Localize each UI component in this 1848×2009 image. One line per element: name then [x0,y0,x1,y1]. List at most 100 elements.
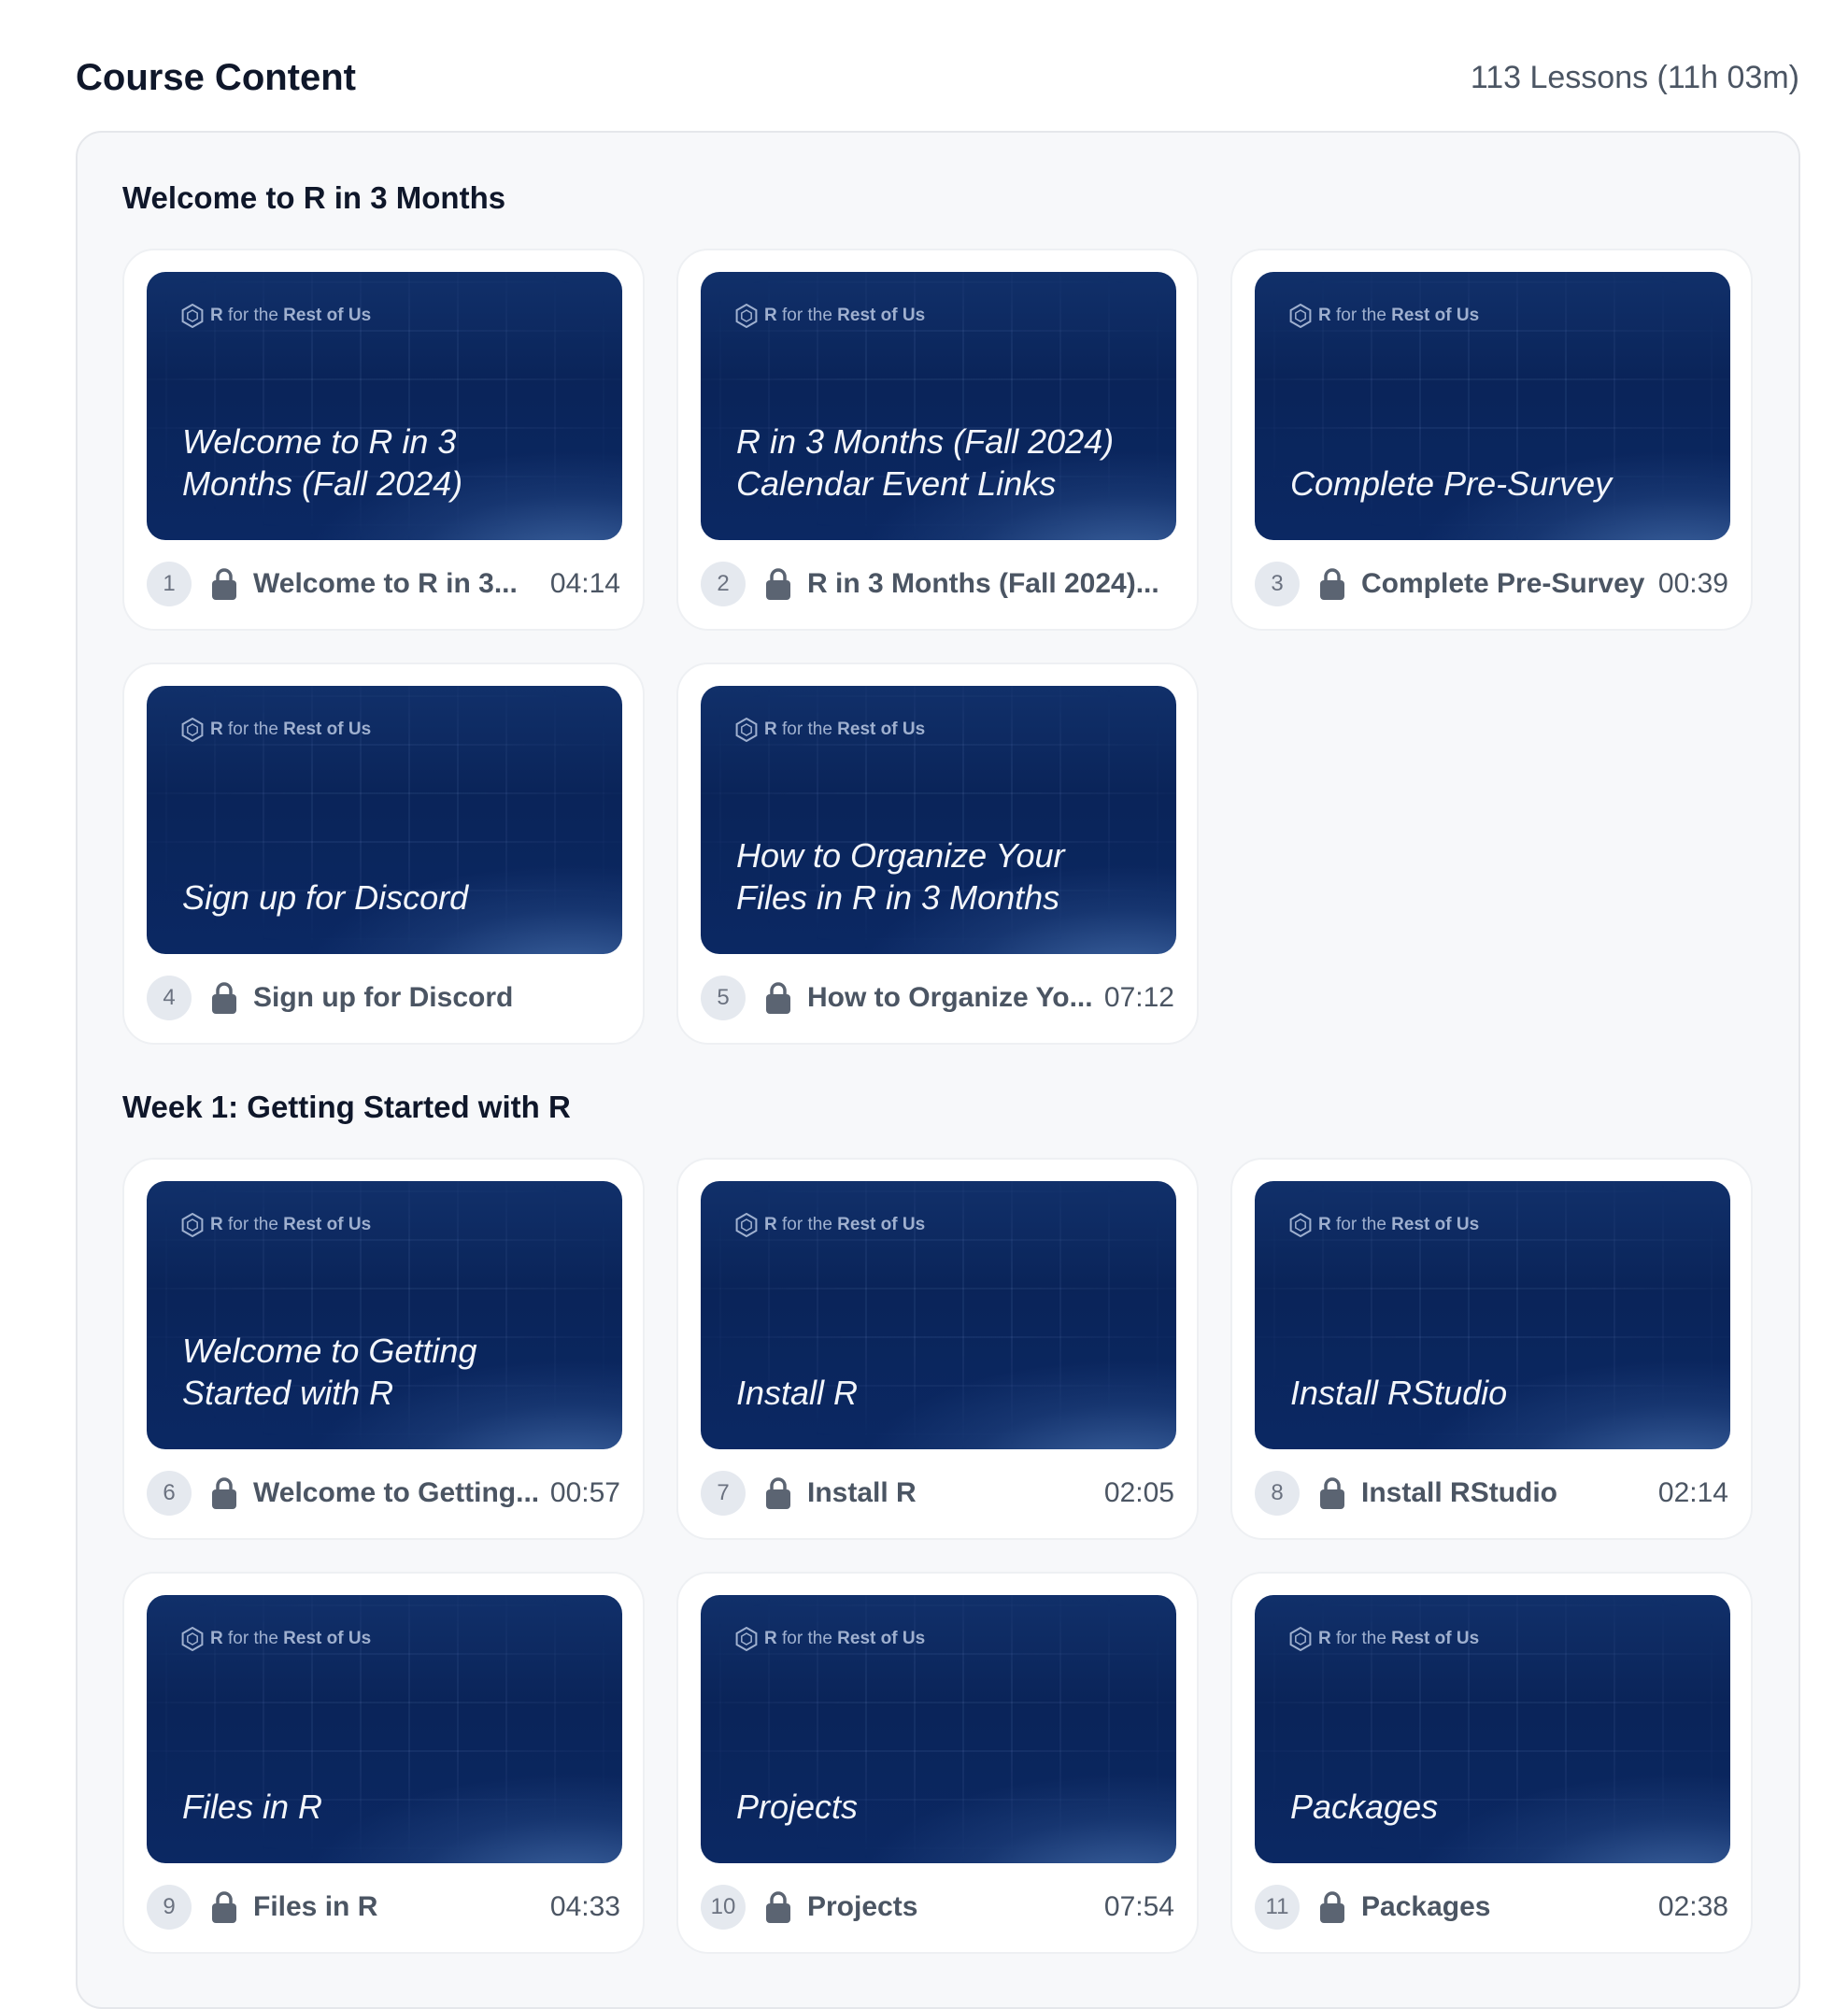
lesson-title[interactable]: Install RStudio [1361,1477,1647,1509]
brand-end: Rest of Us [283,1215,372,1234]
brand-r: R [210,1629,223,1648]
lesson-card[interactable]: R for the Rest of Us How to Organize Your… [676,663,1199,1045]
brand-end: Rest of Us [837,720,926,739]
lesson-card[interactable]: R for the Rest of Us Complete Pre-Survey 3… [1230,249,1753,631]
lesson-thumbnail[interactable]: R for the Rest of Us Sign up for Discord [147,686,622,954]
hexagon-logo-icon [735,1213,758,1237]
brand-r: R [1318,306,1331,325]
lesson-title[interactable]: Welcome to R in 3... [253,568,539,600]
brand-logo: R for the Rest of Us [734,718,925,742]
lesson-thumbnail[interactable]: R for the Rest of Us Welcome to R in 3 Mo… [147,272,622,540]
lesson-meta: 4 Sign up for Discord [147,975,620,1021]
course-content-panel: Welcome to R in 3 Months Week 1: Getting… [76,131,1800,2009]
hexagon-logo-icon [1289,1627,1312,1651]
thumbnail-title: Complete Pre-Survey [1290,464,1613,503]
brand-end: Rest of Us [1391,306,1480,325]
lock-icon [1320,568,1344,600]
brand-logo: R for the Rest of Us [180,1627,371,1651]
lesson-title[interactable]: Files in R [253,1891,539,1923]
lesson-thumbnail[interactable]: R for the Rest of Us Files in R [147,1595,622,1863]
lesson-card[interactable]: R for the Rest of Us Welcome to R in 3 Mo… [122,249,645,631]
lesson-card[interactable]: R for the Rest of Us Projects 10 Projects 07… [676,1572,1199,1954]
lesson-thumbnail[interactable]: R for the Rest of Us Complete Pre-Survey [1255,272,1730,540]
hexagon-logo-icon [181,1627,204,1651]
lesson-thumbnail[interactable]: R for the Rest of Us Packages [1255,1595,1730,1863]
brand-logo: R for the Rest of Us [1288,304,1479,328]
brand-logo: R for the Rest of Us [180,304,371,328]
lesson-number-badge: 5 [701,976,746,1020]
lesson-thumbnail[interactable]: R for the Rest of Us R in 3 Months (Fall … [701,272,1176,540]
brand-r: R [210,306,223,325]
lock-icon [212,568,236,600]
thumbnail-title: Sign up for Discord [182,878,469,917]
lesson-duration: 07:54 [1103,1891,1174,1922]
lock-icon [1320,1891,1344,1923]
brand-end: Rest of Us [283,1629,372,1648]
lesson-meta: 3 Complete Pre-Survey 00:39 [1255,561,1728,607]
brand-mid: for the [228,1215,278,1234]
lesson-duration: 02:38 [1657,1891,1728,1922]
lesson-duration: 02:14 [1657,1477,1728,1508]
thumbnail-title: Projects [736,1788,859,1826]
lock-icon [212,1891,236,1923]
lesson-card[interactable]: R for the Rest of Us Files in R 9 Files in … [122,1572,645,1954]
lesson-number-badge: 2 [701,562,746,606]
brand-mid: for the [1336,1215,1386,1234]
lesson-card[interactable]: R for the Rest of Us Packages 11 Packages 02… [1230,1572,1753,1954]
lesson-card[interactable]: R for the Rest of Us Install RStudio 8 Inst… [1230,1158,1753,1540]
brand-logo: R for the Rest of Us [734,1213,925,1237]
lesson-card[interactable]: R for the Rest of Us Install R 7 Install R 0… [676,1158,1199,1540]
lesson-title[interactable]: Sign up for Discord [253,982,609,1014]
lock-icon [766,1477,790,1509]
lesson-meta: 5 How to Organize Yo... 07:12 [701,975,1174,1021]
course-content-header: Course Content 113 Lessons (11h 03m) [76,54,1799,101]
lesson-meta: 10 Projects 07:54 [701,1884,1174,1931]
brand-r: R [764,720,777,739]
thumbnail-title: Welcome to Getting Started with R [182,1332,477,1412]
lesson-title[interactable]: R in 3 Months (Fall 2024)... [807,568,1163,600]
lesson-thumbnail[interactable]: R for the Rest of Us Install RStudio [1255,1181,1730,1449]
lesson-title[interactable]: Install R [807,1477,1093,1509]
lesson-number-badge: 4 [147,976,192,1020]
brand-end: Rest of Us [837,1215,926,1234]
brand-end: Rest of Us [283,306,372,325]
lesson-thumbnail[interactable]: R for the Rest of Us Welcome to Getting S… [147,1181,622,1449]
brand-end: Rest of Us [837,1629,926,1648]
lesson-meta: 2 R in 3 Months (Fall 2024)... [701,561,1174,607]
lesson-title[interactable]: Packages [1361,1891,1647,1923]
hexagon-logo-icon [735,304,758,328]
lesson-title[interactable]: Projects [807,1891,1093,1923]
lesson-duration: 00:39 [1657,568,1728,599]
lock-icon [766,1891,790,1923]
lesson-number-badge: 1 [147,562,192,606]
brand-mid: for the [228,1629,278,1648]
hexagon-logo-icon [181,1213,204,1237]
section-title: Welcome to R in 3 Months [122,180,506,215]
lesson-title[interactable]: How to Organize Yo... [807,982,1093,1014]
lesson-card[interactable]: R for the Rest of Us Welcome to Getting S… [122,1158,645,1540]
lesson-thumbnail[interactable]: R for the Rest of Us How to Organize Your… [701,686,1176,954]
brand-r: R [210,1215,223,1234]
hexagon-logo-icon [1289,1213,1312,1237]
lesson-number-badge: 6 [147,1471,192,1516]
lesson-card[interactable]: R for the Rest of Us Sign up for Discord 4… [122,663,645,1045]
brand-r: R [210,720,223,739]
brand-logo: R for the Rest of Us [734,304,925,328]
brand-r: R [764,1629,777,1648]
section-title: Week 1: Getting Started with R [122,1090,571,1124]
lesson-card[interactable]: R for the Rest of Us R in 3 Months (Fall … [676,249,1199,631]
brand-r: R [764,1215,777,1234]
thumbnail-title: Files in R [182,1788,323,1826]
lesson-duration: 07:12 [1103,982,1174,1013]
lesson-meta: 1 Welcome to R in 3... 04:14 [147,561,620,607]
lesson-meta: 7 Install R 02:05 [701,1470,1174,1517]
lesson-duration: 04:33 [549,1891,620,1922]
lesson-number-badge: 3 [1255,562,1300,606]
lesson-title[interactable]: Complete Pre-Survey [1361,568,1647,600]
lesson-thumbnail[interactable]: R for the Rest of Us Projects [701,1595,1176,1863]
lesson-thumbnail[interactable]: R for the Rest of Us Install R [701,1181,1176,1449]
lock-icon [766,568,790,600]
lesson-title[interactable]: Welcome to Getting... [253,1477,539,1509]
thumbnail-title: Install R [736,1374,859,1412]
brand-end: Rest of Us [1391,1215,1480,1234]
